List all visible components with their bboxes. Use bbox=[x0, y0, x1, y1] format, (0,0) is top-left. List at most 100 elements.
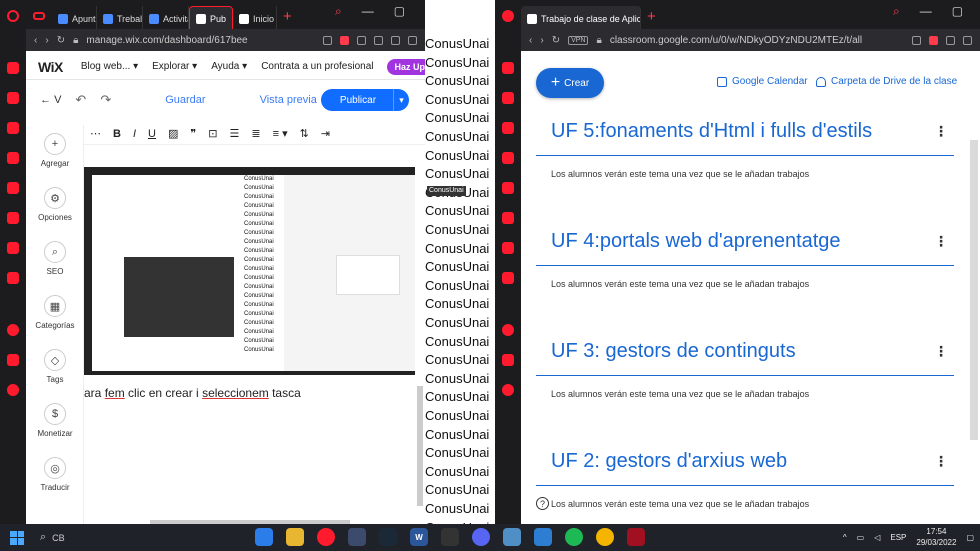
new-tab-button[interactable]: + bbox=[641, 8, 662, 25]
bold-button[interactable]: B bbox=[113, 128, 121, 140]
numbered-list-icon[interactable]: ☰ bbox=[230, 127, 240, 140]
cube-icon[interactable] bbox=[946, 35, 955, 45]
underline-button[interactable]: U bbox=[148, 128, 156, 140]
undo-icon[interactable]: ↶ bbox=[75, 92, 86, 108]
indent-icon[interactable]: ⇥ bbox=[321, 127, 330, 140]
bulleted-list-icon[interactable]: ≣ bbox=[251, 127, 260, 140]
search-icon[interactable]: ⌕ bbox=[40, 531, 46, 544]
camera-icon[interactable] bbox=[323, 35, 332, 45]
sidebar-item-seo[interactable]: ⌕ SEO bbox=[26, 241, 84, 276]
sidebar-item-traducir[interactable]: ◎ Traducir bbox=[26, 457, 84, 492]
align-icon[interactable]: ≡ ▾ bbox=[273, 127, 288, 140]
history-icon[interactable] bbox=[502, 324, 514, 336]
twitch-icon[interactable] bbox=[502, 122, 514, 134]
more-icon[interactable]: ⋯ bbox=[90, 127, 101, 140]
bag-icon[interactable] bbox=[7, 62, 19, 74]
new-tab-button[interactable]: + bbox=[277, 8, 298, 25]
sidebar-item-tags[interactable]: ◇ Tags bbox=[26, 349, 84, 384]
more-vert-icon[interactable]: ⋮ bbox=[934, 234, 948, 248]
discord-icon[interactable] bbox=[472, 528, 490, 546]
drive-folder-link[interactable]: Carpeta de Drive de la clase bbox=[816, 76, 957, 87]
forward-nav-icon[interactable]: › bbox=[540, 35, 543, 46]
steam-icon[interactable] bbox=[379, 528, 397, 546]
download-icon[interactable] bbox=[391, 35, 400, 45]
chevron-up-icon[interactable]: ^ bbox=[843, 533, 847, 542]
topic-title-uf2[interactable]: UF 2: gestors d'arxius web bbox=[551, 450, 787, 473]
app-icon[interactable] bbox=[348, 528, 366, 546]
minimize-button[interactable]: — bbox=[920, 4, 932, 19]
virtualbox-icon[interactable] bbox=[503, 528, 521, 546]
grid-app-icon[interactable] bbox=[534, 528, 552, 546]
more-vert-icon[interactable]: ⋮ bbox=[934, 344, 948, 358]
clock[interactable]: 17:54 29/03/2022 bbox=[916, 526, 956, 548]
notification-icon[interactable]: ▢ bbox=[966, 533, 974, 542]
quote-icon[interactable]: ❞ bbox=[190, 127, 196, 140]
shop-icon[interactable] bbox=[502, 92, 514, 104]
file-explorer-icon[interactable] bbox=[286, 528, 304, 546]
line-spacing-icon[interactable]: ⇅ bbox=[300, 127, 309, 140]
sidebar-item-opciones[interactable]: ⚙ Opciones bbox=[26, 187, 84, 222]
url-field[interactable]: manage.wix.com/dashboard/617bee bbox=[86, 35, 315, 46]
save-button[interactable]: Guardar bbox=[165, 94, 205, 106]
search-tabs-icon[interactable]: ⌕ bbox=[335, 4, 342, 19]
language-indicator[interactable]: ESP bbox=[890, 533, 906, 542]
bag-icon[interactable] bbox=[502, 62, 514, 74]
back-nav-icon[interactable]: ‹ bbox=[34, 35, 37, 46]
code-icon[interactable]: ⊡ bbox=[208, 127, 217, 140]
opera-logo-icon[interactable] bbox=[502, 10, 514, 22]
windows-start-icon[interactable] bbox=[10, 530, 24, 545]
instagram-icon[interactable] bbox=[7, 212, 19, 224]
twitter-icon[interactable] bbox=[7, 242, 19, 254]
maximize-button[interactable]: ▢ bbox=[394, 4, 405, 19]
twitch-icon[interactable] bbox=[7, 122, 19, 134]
site-name-dropdown[interactable]: Blog web... ▾ bbox=[81, 61, 138, 72]
vertical-scrollbar-right[interactable] bbox=[970, 140, 978, 440]
history-icon[interactable] bbox=[7, 324, 19, 336]
shield-icon[interactable] bbox=[929, 35, 938, 45]
minimize-button[interactable]: — bbox=[362, 4, 374, 19]
contrata-link[interactable]: Contrata a un profesional bbox=[261, 61, 373, 72]
settings-icon[interactable] bbox=[7, 384, 19, 396]
sidebar-item-agregar[interactable]: + Agregar bbox=[26, 133, 84, 168]
opera-icon[interactable] bbox=[317, 528, 335, 546]
pinboard-icon[interactable] bbox=[502, 354, 514, 366]
url-field[interactable]: classroom.google.com/u/0/w/NDkyODYzNDU2M… bbox=[610, 35, 904, 46]
explorar-menu[interactable]: Explorar ▾ bbox=[152, 61, 197, 72]
vpn-badge[interactable]: VPN bbox=[568, 35, 589, 45]
camera-icon[interactable] bbox=[912, 35, 921, 45]
highlight-icon[interactable]: ▨ bbox=[168, 127, 178, 140]
heart-icon[interactable] bbox=[357, 35, 366, 45]
topic-title-uf4[interactable]: UF 4:portals web d'aprenentatge bbox=[551, 230, 841, 253]
reload-icon[interactable]: ↻ bbox=[552, 35, 560, 46]
settings-icon[interactable] bbox=[502, 384, 514, 396]
edge-icon[interactable] bbox=[255, 528, 273, 546]
wix-logo[interactable]: WiX bbox=[38, 59, 63, 75]
chrome-icon[interactable] bbox=[596, 528, 614, 546]
create-button[interactable]: + Crear bbox=[536, 68, 604, 98]
instagram-icon[interactable] bbox=[502, 212, 514, 224]
preview-button[interactable]: Vista previa bbox=[260, 94, 317, 106]
spotify-icon[interactable] bbox=[565, 528, 583, 546]
whatsapp-icon[interactable] bbox=[502, 182, 514, 194]
italic-button[interactable]: I bbox=[133, 128, 136, 140]
maximize-button[interactable]: ▢ bbox=[952, 4, 963, 19]
sidebar-item-monetizar[interactable]: $ Monetizar bbox=[26, 403, 84, 438]
embedded-screenshot[interactable]: ConusUnai ConusUnai ConusUnai ConusUnai Conu… bbox=[84, 167, 415, 375]
opera-menu-icon[interactable] bbox=[0, 0, 26, 32]
more-vert-icon[interactable]: ⋮ bbox=[934, 124, 948, 138]
pinboard-icon[interactable] bbox=[7, 354, 19, 366]
epic-games-icon[interactable] bbox=[441, 528, 459, 546]
messenger-icon[interactable] bbox=[502, 152, 514, 164]
word-icon[interactable]: W bbox=[410, 528, 428, 546]
menu-icon[interactable] bbox=[408, 35, 417, 45]
shield-icon[interactable] bbox=[340, 35, 349, 45]
twitter-icon[interactable] bbox=[502, 242, 514, 254]
discord-icon[interactable] bbox=[502, 272, 514, 284]
back-button[interactable]: ← V bbox=[40, 94, 61, 106]
shop-icon[interactable] bbox=[7, 92, 19, 104]
menu-icon[interactable] bbox=[963, 35, 972, 45]
back-nav-icon[interactable]: ‹ bbox=[529, 35, 532, 46]
volume-icon[interactable]: ◁ bbox=[874, 533, 880, 542]
sidebar-item-categorias[interactable]: ▦ Categorías bbox=[26, 295, 84, 330]
search-tabs-icon[interactable]: ⌕ bbox=[893, 4, 900, 19]
